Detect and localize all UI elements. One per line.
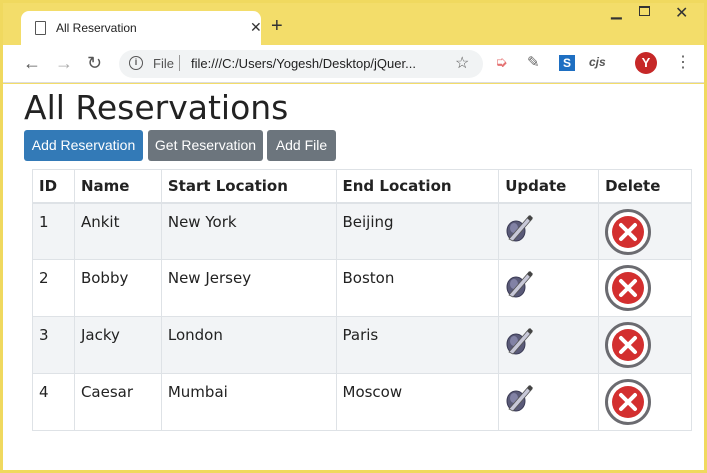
browser-toolbar: ← → ↻ i File file:///C:/Users/Yogesh/Des… — [3, 45, 704, 83]
header-id: ID — [32, 169, 75, 204]
cell-delete — [598, 373, 692, 431]
cell-end-location: Paris — [335, 316, 500, 374]
page-content: All Reservations Add Reservation Get Res… — [3, 84, 704, 470]
cell-name: Ankit — [73, 202, 162, 260]
tab-strip: All Reservation ✕ + ▁ ✕ — [3, 3, 704, 46]
delete-icon[interactable] — [605, 322, 652, 368]
header-delete: Delete — [598, 169, 692, 204]
page-title: All Reservations — [24, 88, 289, 127]
header-end-location: End Location — [335, 169, 500, 204]
cell-delete — [598, 259, 692, 317]
cell-end-location: Beijing — [335, 202, 500, 260]
url-scheme: File — [153, 56, 174, 71]
address-bar[interactable]: i File file:///C:/Users/Yogesh/Desktop/j… — [119, 50, 483, 78]
forward-icon[interactable]: → — [55, 53, 73, 74]
edit-icon[interactable] — [505, 213, 534, 243]
cell-name: Jacky — [73, 316, 162, 374]
extension-y-icon[interactable]: Y — [635, 52, 657, 74]
edit-icon[interactable] — [505, 326, 534, 356]
close-window-icon[interactable]: ✕ — [675, 3, 688, 23]
cell-end-location: Moscow — [335, 373, 500, 431]
header-start-location: Start Location — [160, 169, 337, 204]
delete-icon[interactable] — [605, 379, 652, 425]
cell-end-location: Boston — [335, 259, 500, 317]
extension-brush-icon[interactable]: ✎ — [527, 53, 540, 71]
minimize-icon[interactable]: ▁ — [611, 3, 622, 20]
cell-update — [498, 316, 600, 374]
cell-id: 1 — [32, 202, 75, 260]
maximize-icon[interactable] — [639, 6, 650, 16]
tab-title: All Reservation — [56, 21, 137, 35]
new-tab-button[interactable]: + — [271, 15, 283, 38]
extension-cjs-icon[interactable]: cjs — [589, 55, 606, 69]
back-icon[interactable]: ← — [23, 53, 41, 74]
add-file-button[interactable]: Add File — [267, 130, 336, 161]
cell-id: 2 — [32, 259, 75, 317]
cell-name: Bobby — [73, 259, 162, 317]
cell-start-location: Mumbai — [160, 373, 337, 431]
table-row: 1 Ankit New York Beijing — [32, 202, 692, 260]
cell-start-location: New Jersey — [160, 259, 337, 317]
menu-icon[interactable]: ⋮ — [675, 52, 691, 72]
bookmark-star-icon[interactable]: ☆ — [455, 53, 469, 73]
extension-arrow-icon[interactable]: ➭ — [495, 53, 508, 71]
delete-icon[interactable] — [605, 265, 652, 311]
cell-delete — [598, 202, 692, 260]
edit-icon[interactable] — [505, 269, 534, 299]
header-name: Name — [73, 169, 162, 204]
reload-icon[interactable]: ↻ — [87, 53, 102, 74]
table-header-row: ID Name Start Location End Location Upda… — [32, 169, 692, 204]
browser-window: All Reservation ✕ + ▁ ✕ ← → ↻ i File fil… — [3, 3, 704, 470]
page-icon — [35, 21, 46, 35]
table-row: 2 Bobby New Jersey Boston — [32, 259, 692, 317]
table-row: 4 Caesar Mumbai Moscow — [32, 373, 692, 431]
cell-id: 3 — [32, 316, 75, 374]
header-update: Update — [498, 169, 600, 204]
cell-start-location: London — [160, 316, 337, 374]
add-reservation-button[interactable]: Add Reservation — [24, 130, 143, 161]
close-tab-icon[interactable]: ✕ — [250, 19, 262, 36]
extension-s-icon[interactable]: S — [559, 55, 575, 71]
info-icon[interactable]: i — [129, 56, 143, 70]
edit-icon[interactable] — [505, 383, 534, 413]
cell-start-location: New York — [160, 202, 337, 260]
browser-tab[interactable]: All Reservation ✕ — [21, 11, 262, 46]
cell-update — [498, 202, 600, 260]
cell-update — [498, 259, 600, 317]
divider — [179, 55, 180, 71]
cell-name: Caesar — [73, 373, 162, 431]
reservations-table: ID Name Start Location End Location Upda… — [32, 169, 692, 431]
cell-update — [498, 373, 600, 431]
cell-delete — [598, 316, 692, 374]
url-text[interactable]: file:///C:/Users/Yogesh/Desktop/jQuer... — [191, 56, 416, 71]
cell-id: 4 — [32, 373, 75, 431]
delete-icon[interactable] — [605, 208, 652, 255]
table-row: 3 Jacky London Paris — [32, 316, 692, 374]
get-reservation-button[interactable]: Get Reservation — [148, 130, 263, 161]
